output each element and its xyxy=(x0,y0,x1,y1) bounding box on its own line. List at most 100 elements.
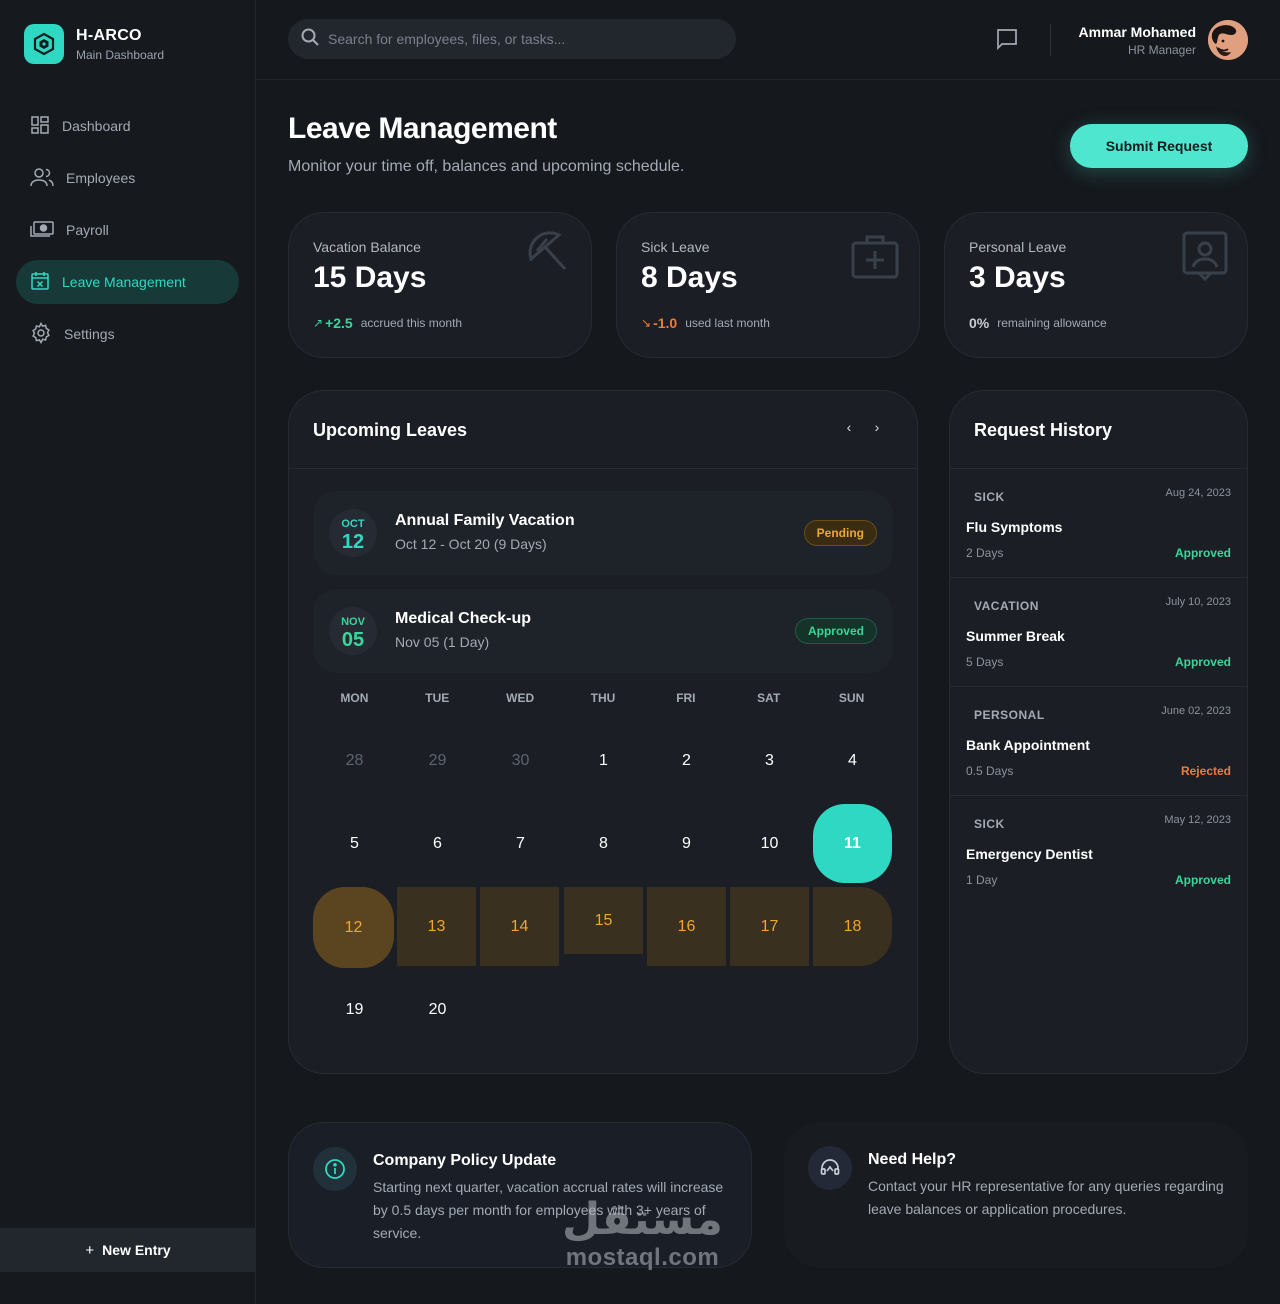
search-icon xyxy=(300,27,320,52)
calendar-day[interactable]: 6 xyxy=(398,804,477,883)
upcoming-leaves-panel: Upcoming Leaves ‹ › OCT 12 Annual Family… xyxy=(288,390,918,1074)
panel-title: Request History xyxy=(974,420,1113,440)
calendar-day-leave[interactable]: 17 xyxy=(730,887,809,966)
stat-card-vacation: Vacation Balance 15 Days ↗ +2.5 accrued … xyxy=(288,212,592,358)
sidebar-item-label: Settings xyxy=(64,326,115,342)
calendar-day-leave[interactable]: 18 xyxy=(813,887,892,966)
headset-icon xyxy=(808,1146,852,1190)
calendar: MON TUE WED THU FRI SAT SUN 28 29 30 1 2… xyxy=(313,691,893,1018)
brand[interactable]: H-ARCO Main Dashboard xyxy=(24,24,164,64)
calendar-day[interactable]: 28 xyxy=(315,721,394,800)
history-duration: 0.5 Days xyxy=(966,764,1014,778)
new-entry-button[interactable]: + New Entry xyxy=(0,1228,256,1272)
history-title: Bank Appointment xyxy=(966,737,1090,753)
sidebar-item-leave-management[interactable]: Leave Management xyxy=(16,260,239,304)
calendar-day[interactable]: 30 xyxy=(481,721,560,800)
history-duration: 2 Days xyxy=(966,546,1004,560)
history-item[interactable]: SICK May 12, 2023 Emergency Dentist 1 Da… xyxy=(950,796,1247,905)
calendar-day[interactable]: 3 xyxy=(730,721,809,800)
sidebar: H-ARCO Main Dashboard Dashboard Employee… xyxy=(0,0,256,1304)
calendar-day-leave[interactable]: 13 xyxy=(397,887,476,966)
stat-card-personal: Personal Leave 3 Days 0% remaining allow… xyxy=(944,212,1248,358)
sidebar-nav: Dashboard Employees Payroll Leave Manage… xyxy=(16,104,239,364)
history-item[interactable]: PERSONAL June 02, 2023 Bank Appointment … xyxy=(950,687,1247,796)
stat-note: remaining allowance xyxy=(997,316,1107,330)
weekday-label: SUN xyxy=(838,691,865,705)
calendar-week: 12 13 14 15 16 17 18 xyxy=(313,887,893,968)
leave-title: Medical Check-up xyxy=(395,610,532,627)
help-text: Contact your HR representative for any q… xyxy=(868,1178,1224,1217)
weekday-label: MON xyxy=(340,691,369,705)
sidebar-item-label: Employees xyxy=(66,170,136,186)
calendar-day[interactable]: 20 xyxy=(398,970,477,1049)
grid-icon xyxy=(30,115,62,138)
gear-icon xyxy=(30,321,64,347)
info-icon xyxy=(313,1147,357,1191)
calendar-day[interactable]: 4 xyxy=(813,721,892,800)
sidebar-item-employees[interactable]: Employees xyxy=(16,156,239,200)
calendar-day[interactable]: 5 xyxy=(315,804,394,883)
status-badge: Approved xyxy=(794,618,877,644)
stat-note: accrued this month xyxy=(360,316,463,330)
history-status: Approved xyxy=(1174,873,1231,887)
history-title: Summer Break xyxy=(966,628,1065,644)
sidebar-item-payroll[interactable]: Payroll xyxy=(16,208,239,252)
calendar-week: 19 20 xyxy=(313,970,893,1050)
leave-item[interactable]: NOV 05 Medical Check-up Nov 05 (1 Day) A… xyxy=(313,589,893,673)
users-icon xyxy=(30,167,66,190)
submit-request-button[interactable]: Submit Request xyxy=(1070,124,1248,168)
umbrella-icon xyxy=(523,229,575,286)
user-menu[interactable]: Ammar Mohamed HR Manager xyxy=(1079,20,1248,60)
calendar-week: 5 6 7 8 9 10 11 xyxy=(313,804,893,884)
history-type: VACATION xyxy=(974,599,1039,613)
calendar-day-leave-start[interactable]: 12 xyxy=(313,887,394,968)
calendar-day[interactable]: 1 xyxy=(564,721,643,800)
calendar-week: 28 29 30 1 2 3 4 xyxy=(313,721,893,801)
calendar-day-leave[interactable]: 16 xyxy=(647,887,726,966)
history-item[interactable]: SICK Aug 24, 2023 Flu Symptoms 2 Days Ap… xyxy=(950,469,1247,578)
sidebar-item-label: Payroll xyxy=(66,222,109,238)
calendar-day-today[interactable]: 11 xyxy=(813,804,892,883)
next-button[interactable]: › xyxy=(867,419,887,435)
policy-title: Company Policy Update xyxy=(373,1152,557,1169)
help-card: Need Help? Contact your HR representativ… xyxy=(784,1122,1248,1268)
history-type: PERSONAL xyxy=(974,708,1045,722)
brand-title: H-ARCO xyxy=(76,26,142,44)
weekday-label: FRI xyxy=(676,691,696,705)
calendar-day[interactable]: 19 xyxy=(315,970,394,1049)
avatar[interactable] xyxy=(1208,20,1248,60)
history-status: Approved xyxy=(1174,546,1231,560)
calendar-day[interactable]: 7 xyxy=(481,804,560,883)
leave-item[interactable]: OCT 12 Annual Family Vacation Oct 12 - O… xyxy=(313,491,893,575)
calendar-day-leave[interactable]: 14 xyxy=(480,887,559,966)
history-type: SICK xyxy=(974,817,1005,831)
prev-button[interactable]: ‹ xyxy=(839,419,859,435)
calendar-day[interactable]: 10 xyxy=(730,804,809,883)
stat-delta: 0% xyxy=(969,315,990,331)
brand-subtitle: Main Dashboard xyxy=(76,47,165,62)
sidebar-item-label: Leave Management xyxy=(62,274,186,290)
calendar-day-leave[interactable]: 15 xyxy=(564,887,643,954)
weekday-label: THU xyxy=(590,691,616,705)
sidebar-item-settings[interactable]: Settings xyxy=(16,312,239,356)
sidebar-item-dashboard[interactable]: Dashboard xyxy=(16,104,239,148)
weekday-label: TUE xyxy=(425,691,450,705)
leave-date: NOV 05 xyxy=(329,607,377,655)
leave-title: Annual Family Vacation xyxy=(395,512,575,529)
calendar-day[interactable]: 29 xyxy=(398,721,477,800)
request-history-panel: Request History SICK Aug 24, 2023 Flu Sy… xyxy=(949,390,1248,1074)
top-bar: Ammar Mohamed HR Manager xyxy=(256,0,1280,80)
search-box[interactable] xyxy=(288,19,736,59)
messages-button[interactable] xyxy=(996,28,1018,55)
calendar-day[interactable]: 2 xyxy=(647,721,726,800)
history-status: Approved xyxy=(1174,655,1231,669)
search-input[interactable] xyxy=(328,31,708,47)
leave-range: Nov 05 (1 Day) xyxy=(395,634,490,650)
history-item[interactable]: VACATION July 10, 2023 Summer Break 5 Da… xyxy=(950,578,1247,687)
user-name: Ammar Mohamed xyxy=(1078,23,1196,40)
calendar-day[interactable]: 8 xyxy=(564,804,643,883)
calendar-day[interactable]: 9 xyxy=(647,804,726,883)
history-status: Rejected xyxy=(1180,764,1231,778)
sidebar-item-label: Dashboard xyxy=(62,118,131,134)
policy-text: Starting next quarter, vacation accrual … xyxy=(373,1179,724,1241)
